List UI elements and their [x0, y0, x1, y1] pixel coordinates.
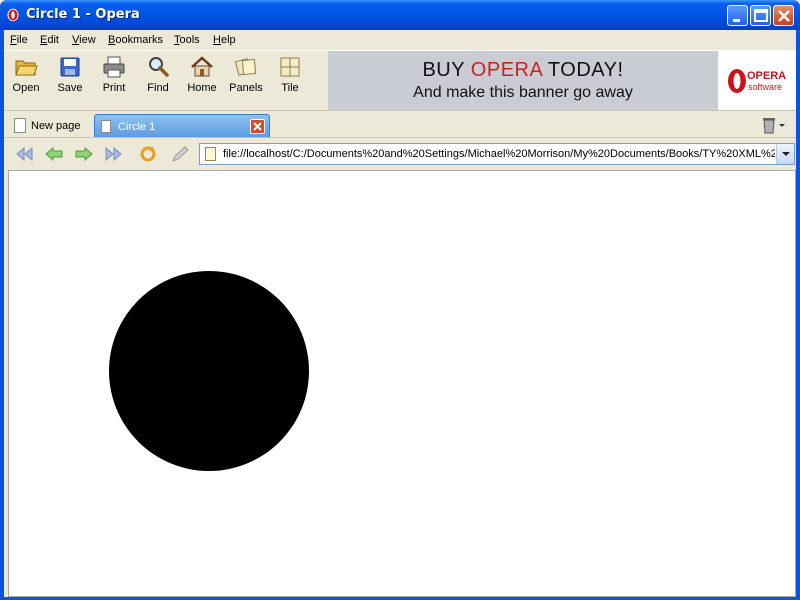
maximize-icon [754, 9, 768, 22]
tab-new-page[interactable]: New page [8, 114, 92, 138]
save-disk-icon [60, 57, 80, 77]
document-icon [101, 120, 111, 133]
document-icon [14, 118, 26, 133]
opera-logo-icon [7, 8, 19, 22]
window-title: Circle 1 - Opera [26, 7, 140, 22]
menu-edit[interactable]: Edit [40, 34, 59, 46]
fast-forward-icon[interactable] [104, 145, 124, 163]
panels-icon [234, 58, 257, 76]
banner-subline: And make this banner go away [413, 84, 633, 101]
menu-bar: File Edit View Bookmarks Tools Help [4, 30, 796, 50]
home-icon [191, 56, 213, 77]
minimize-icon [733, 19, 740, 22]
title-bar[interactable]: Circle 1 - Opera [0, 0, 800, 30]
edit-pen-icon[interactable] [170, 145, 190, 163]
magnifier-icon [149, 57, 169, 77]
main-toolbar: Open Save Print Find Home Panels Tile BU… [4, 50, 796, 111]
find-button[interactable]: Find [136, 53, 180, 107]
tab-close-button[interactable] [250, 119, 265, 134]
banner-headline: BUY OPERA TODAY! [422, 59, 624, 81]
reload-icon[interactable] [138, 145, 158, 163]
tile-icon [280, 57, 300, 77]
minimize-button[interactable] [727, 5, 748, 26]
page-content[interactable] [8, 170, 796, 597]
address-field[interactable]: file://localhost/C:/Documents%20and%20Se… [223, 148, 775, 160]
open-folder-icon [15, 60, 38, 76]
browser-window: Circle 1 - Opera File Edit View Bookmark… [0, 0, 800, 600]
tab-bar: New page Circle 1 [4, 110, 796, 138]
menu-file[interactable]: File [10, 34, 28, 46]
tile-button[interactable]: Tile [268, 53, 312, 107]
address-bar[interactable]: file://localhost/C:/Documents%20and%20Se… [199, 143, 795, 165]
menu-tools[interactable]: Tools [174, 34, 200, 46]
opera-ad-banner[interactable]: BUY OPERA TODAY! And make this banner go… [328, 51, 718, 111]
svg-canvas [109, 271, 309, 471]
window-client-area: File Edit View Bookmarks Tools Help Open [4, 30, 796, 597]
save-button[interactable]: Save [48, 53, 92, 107]
rewind-icon[interactable] [14, 145, 34, 163]
home-button[interactable]: Home [180, 53, 224, 107]
close-icon [778, 10, 790, 22]
panels-button[interactable]: Panels [224, 53, 268, 107]
print-button[interactable]: Print [92, 53, 136, 107]
address-dropdown-button[interactable] [776, 144, 794, 164]
close-button[interactable] [773, 5, 794, 26]
maximize-button[interactable] [750, 5, 771, 26]
menu-help[interactable]: Help [213, 34, 236, 46]
opera-logo-icon [728, 69, 746, 93]
menu-bookmarks[interactable]: Bookmarks [108, 34, 163, 46]
document-icon [205, 147, 216, 161]
black-circle [109, 271, 309, 471]
close-icon [253, 122, 262, 131]
dropdown-arrow-icon [782, 152, 790, 156]
trash-icon[interactable] [760, 116, 786, 134]
navigation-bar: file://localhost/C:/Documents%20and%20Se… [4, 137, 796, 169]
menu-view[interactable]: View [72, 34, 96, 46]
printer-icon [103, 56, 125, 78]
tab-circle-1[interactable]: Circle 1 [94, 114, 270, 138]
back-icon[interactable] [44, 145, 64, 163]
open-button[interactable]: Open [4, 53, 48, 107]
forward-icon[interactable] [74, 145, 94, 163]
opera-software-logo[interactable]: OPERA software [718, 51, 796, 111]
